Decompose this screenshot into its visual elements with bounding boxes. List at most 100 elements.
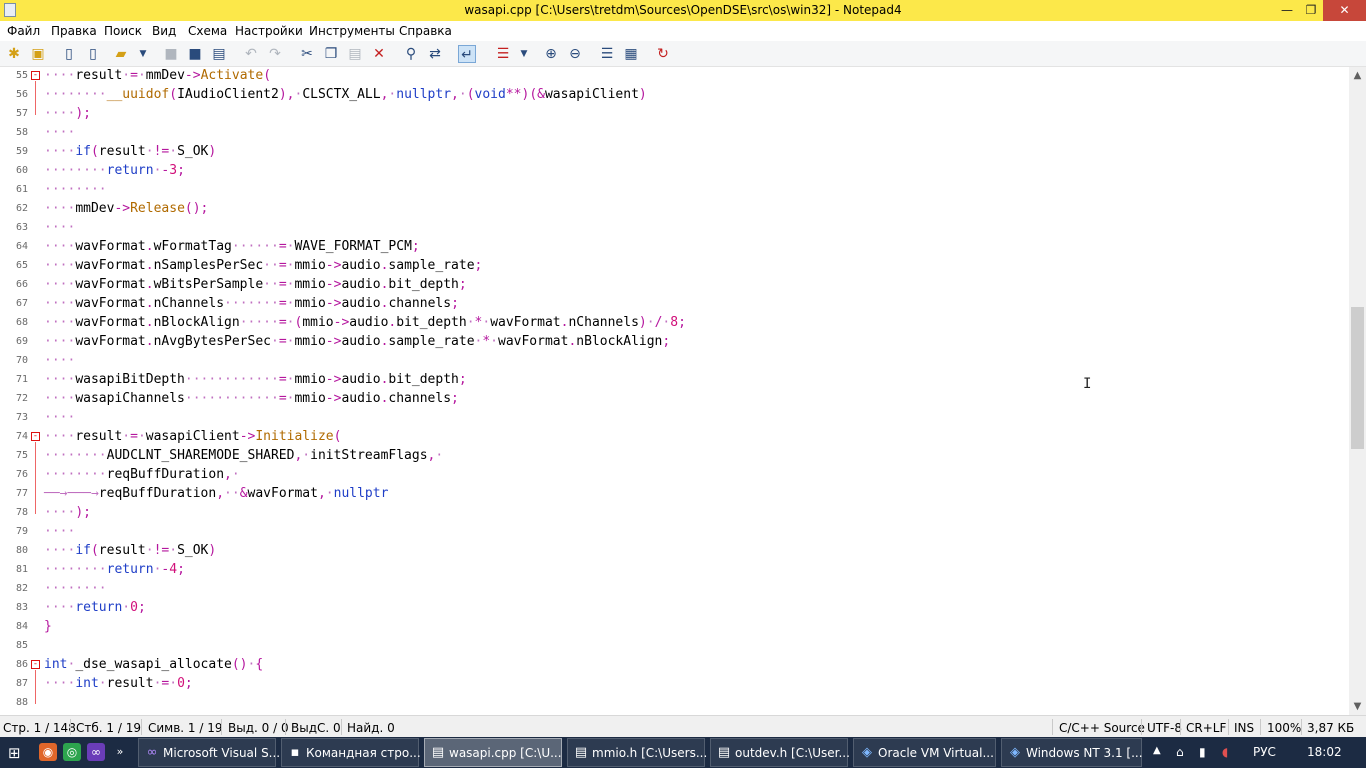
tray-clock[interactable]: 18:02 — [1307, 745, 1342, 759]
scheme-icon[interactable]: ☰ — [494, 45, 512, 63]
line-number[interactable]: 88 — [0, 697, 28, 708]
code-line[interactable]: } — [44, 619, 52, 634]
code-line[interactable]: ···· — [44, 524, 75, 539]
menu-scheme[interactable]: Схема — [188, 24, 227, 38]
line-number[interactable]: 81 — [0, 564, 28, 575]
line-number[interactable]: 68 — [0, 317, 28, 328]
line-number[interactable]: 79 — [0, 526, 28, 537]
settings-icon[interactable]: ☰ — [598, 45, 616, 63]
line-number[interactable]: 78 — [0, 507, 28, 518]
chrome-pin-icon[interactable]: ◎ — [63, 743, 81, 761]
delete-icon[interactable]: ✕ — [370, 45, 388, 63]
line-number[interactable]: 66 — [0, 279, 28, 290]
menu-edit[interactable]: Правка — [51, 24, 97, 38]
scroll-up-icon[interactable]: ▲ — [1349, 67, 1366, 84]
line-number[interactable]: 87 — [0, 678, 28, 689]
copy-icon[interactable]: ❐ — [322, 45, 340, 63]
more-apps-icon[interactable]: » — [111, 743, 129, 761]
code-line[interactable]: ····wavFormat.nBlockAlign·····=·(mmio->a… — [44, 315, 686, 330]
line-number[interactable]: 65 — [0, 260, 28, 271]
code-line[interactable]: ····return·0; — [44, 600, 146, 615]
code-line[interactable]: ····wasapiChannels············=·mmio->au… — [44, 391, 459, 406]
code-line[interactable]: ····if(result·!=·S_OK) — [44, 144, 216, 159]
code-line[interactable]: ···· — [44, 410, 75, 425]
line-number[interactable]: 86 — [0, 659, 28, 670]
line-number[interactable]: 71 — [0, 374, 28, 385]
new-file-icon[interactable]: ▯ — [60, 45, 78, 63]
line-number[interactable]: 74 — [0, 431, 28, 442]
menu-help[interactable]: Справка — [399, 24, 452, 38]
code-line[interactable]: ········reqBuffDuration,· — [44, 467, 240, 482]
tray-language[interactable]: РУС — [1253, 745, 1276, 759]
line-number[interactable]: 80 — [0, 545, 28, 556]
taskbar-item[interactable]: ▤ mmio.h [C:\Users... — [567, 738, 707, 767]
line-number[interactable]: 73 — [0, 412, 28, 423]
line-number[interactable]: 61 — [0, 184, 28, 195]
code-line[interactable]: ····result·=·mmDev->Activate( — [44, 68, 271, 83]
zoom-out-icon[interactable]: ⊖ — [566, 45, 584, 63]
taskbar-item[interactable]: ▪ Командная стро... — [281, 738, 421, 767]
line-number[interactable]: 60 — [0, 165, 28, 176]
line-number[interactable]: 64 — [0, 241, 28, 252]
scroll-down-icon[interactable]: ▼ — [1349, 698, 1366, 715]
code-line[interactable]: ····mmDev->Release(); — [44, 201, 208, 216]
line-number[interactable]: 84 — [0, 621, 28, 632]
vertical-scrollbar[interactable]: ▲ ▼ — [1349, 67, 1366, 715]
line-number[interactable]: 72 — [0, 393, 28, 404]
taskbar-item[interactable]: ◈ Windows NT 3.1 [... — [1001, 738, 1143, 767]
close-button[interactable]: ✕ — [1323, 0, 1366, 21]
code-line[interactable]: ···· — [44, 125, 75, 140]
undo-icon[interactable]: ↶ — [242, 45, 260, 63]
word-wrap-icon[interactable]: ↵ — [458, 45, 476, 63]
code-line[interactable]: ····); — [44, 106, 91, 121]
line-number[interactable]: 62 — [0, 203, 28, 214]
code-line[interactable]: ····result·=·wasapiClient->Initialize( — [44, 429, 341, 444]
status-insert-mode[interactable]: INS — [1234, 721, 1254, 735]
fold-toggle-icon[interactable]: - — [31, 432, 40, 441]
line-number[interactable]: 56 — [0, 89, 28, 100]
code-line[interactable]: ···· — [44, 353, 75, 368]
code-line[interactable]: ──→───→reqBuffDuration,··&wavFormat,·nul… — [44, 486, 388, 501]
status-line-ending[interactable]: CR+LF — [1186, 721, 1226, 735]
code-line[interactable]: ········ — [44, 581, 107, 596]
code-line[interactable]: ····wavFormat.nSamplesPerSec··=·mmio->au… — [44, 258, 482, 273]
save-copy-icon[interactable]: ▤ — [210, 45, 228, 63]
line-number[interactable]: 82 — [0, 583, 28, 594]
code-line[interactable]: ····); — [44, 505, 91, 520]
code-line[interactable]: ····wavFormat.wFormatTag······=·WAVE_FOR… — [44, 239, 420, 254]
line-number[interactable]: 77 — [0, 488, 28, 499]
line-number[interactable]: 63 — [0, 222, 28, 233]
windows-start-icon[interactable]: ⊞ — [8, 745, 24, 761]
tray-volume-icon[interactable]: ◖ — [1222, 745, 1228, 759]
cut-icon[interactable]: ✂ — [298, 45, 316, 63]
visual-studio-pin-icon[interactable]: ∞ — [87, 743, 105, 761]
taskbar-item[interactable]: ▤ outdev.h [C:\User... — [710, 738, 850, 767]
menu-settings[interactable]: Настройки — [235, 24, 303, 38]
menu-file[interactable]: Файл — [7, 24, 40, 38]
line-number[interactable]: 67 — [0, 298, 28, 309]
code-line[interactable]: ····wavFormat.nChannels·······=·mmio->au… — [44, 296, 459, 311]
code-line[interactable]: ········__uuidof(IAudioClient2),·CLSCTX_… — [44, 87, 647, 102]
line-number[interactable]: 85 — [0, 640, 28, 651]
line-number[interactable]: 58 — [0, 127, 28, 138]
redo-icon[interactable]: ↷ — [266, 45, 284, 63]
code-line[interactable]: ····wavFormat.nAvgBytesPerSec·=·mmio->au… — [44, 334, 670, 349]
menu-view[interactable]: Вид — [152, 24, 176, 38]
line-number[interactable]: 57 — [0, 108, 28, 119]
dropdown-arrow-icon[interactable]: ▼ — [134, 45, 152, 63]
code-line[interactable]: ········ — [44, 182, 107, 197]
line-number[interactable]: 55 — [0, 70, 28, 81]
status-zoom[interactable]: 100% — [1267, 721, 1301, 735]
code-line[interactable]: ····int·result·=·0; — [44, 676, 193, 691]
open-icon[interactable]: ▣ — [29, 45, 47, 63]
tray-network-icon[interactable]: ⌂ — [1176, 745, 1184, 759]
maximize-button[interactable]: ❐ — [1299, 0, 1323, 21]
taskbar-item[interactable]: ∞ Microsoft Visual S... — [138, 738, 280, 767]
find-icon[interactable]: ⚲ — [402, 45, 420, 63]
code-line[interactable]: int·_dse_wasapi_allocate()·{ — [44, 657, 263, 672]
code-line[interactable]: ····if(result·!=·S_OK) — [44, 543, 216, 558]
menu-tools[interactable]: Инструменты — [309, 24, 395, 38]
line-number[interactable]: 70 — [0, 355, 28, 366]
code-line[interactable]: ···· — [44, 220, 75, 235]
code-line[interactable]: ········AUDCLNT_SHAREMODE_SHARED,·initSt… — [44, 448, 443, 463]
